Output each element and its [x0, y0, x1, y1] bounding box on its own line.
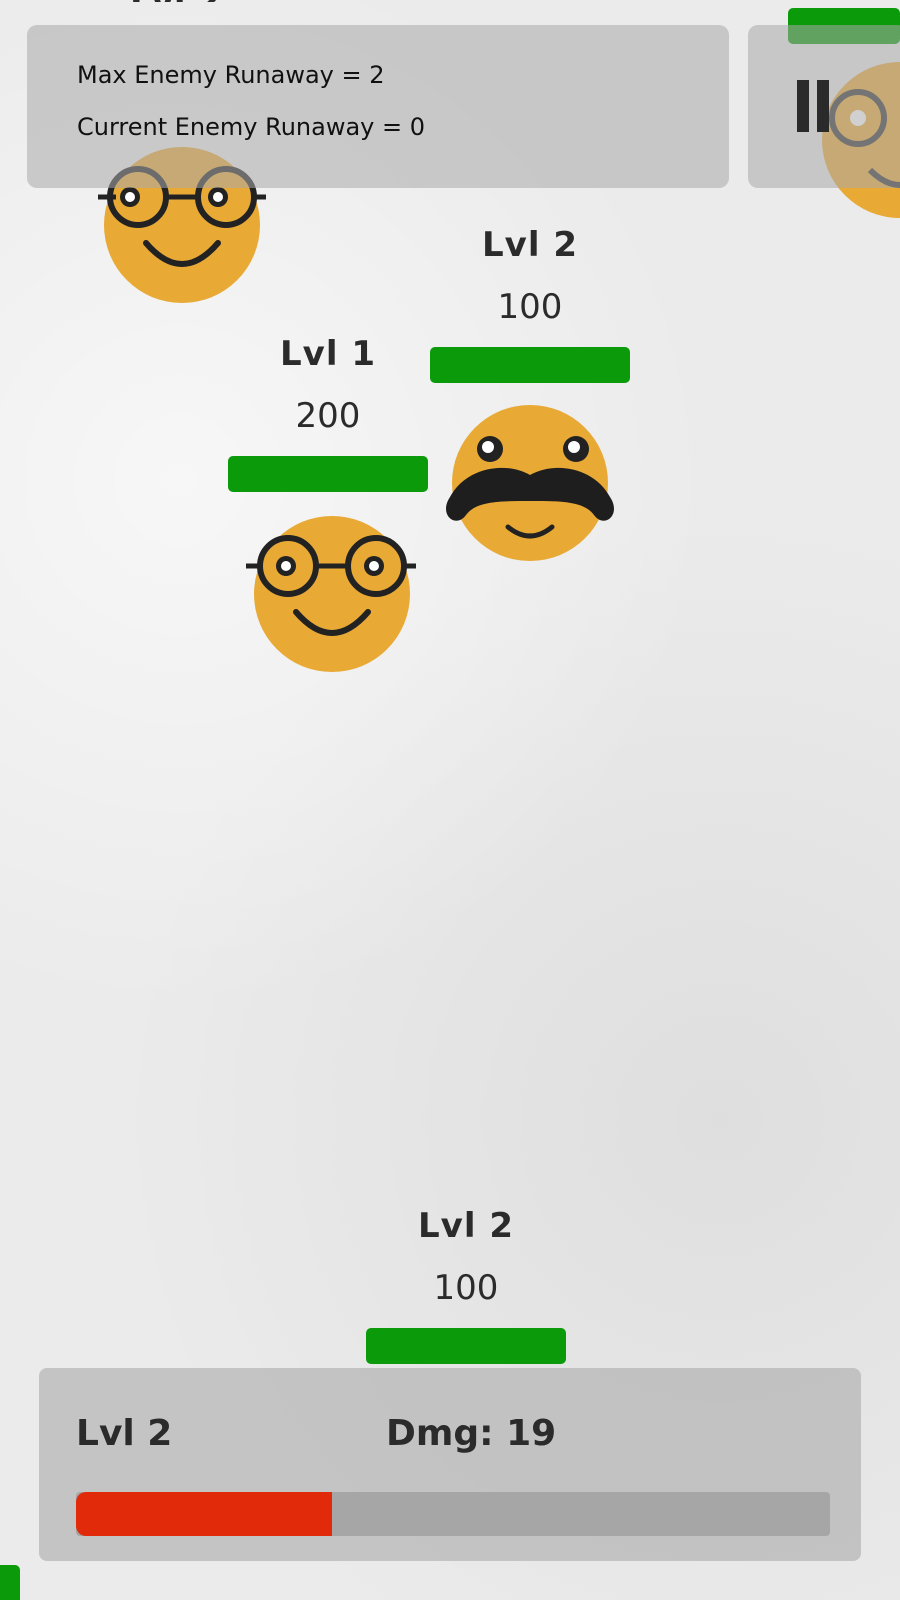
player-damage-label: Dmg: 19: [386, 1413, 557, 1454]
enemy-health-bar: [228, 456, 428, 492]
runaway-info-panel: Max Enemy Runaway = 2 Current Enemy Runa…: [27, 25, 729, 188]
tower-health-bar: [366, 1328, 566, 1364]
player-tower[interactable]: Lvl 2 100: [366, 1206, 566, 1366]
enemy-hp-value: 200: [295, 396, 361, 436]
enemy-health-bar: [430, 347, 630, 383]
enemy-level-label: Lvl 1: [280, 334, 376, 374]
max-runaway-text: Max Enemy Runaway = 2: [77, 61, 385, 89]
current-runaway-text: Current Enemy Runaway = 0: [77, 113, 426, 141]
player-level-label: Lvl 2: [76, 1413, 173, 1454]
tower-hp-value: 100: [433, 1268, 499, 1308]
glasses-face-icon: [246, 516, 416, 672]
xp-progress-track: [76, 1492, 830, 1536]
enemy-level-label: Lvl 2: [482, 225, 578, 265]
tower-level-label: Lvl 2: [418, 1206, 514, 1246]
xp-progress-fill: [76, 1492, 333, 1536]
mustache-face-icon: [446, 405, 614, 561]
pause-icon[interactable]: [797, 80, 837, 132]
enemy-mustache[interactable]: Lvl 2 100: [430, 225, 630, 565]
enemy-glasses[interactable]: Lvl 1 200: [228, 334, 428, 674]
offscreen-enemy-level: Lvl 2: [130, 0, 230, 2]
corner-health-bar: [0, 1565, 20, 1600]
enemy-hp-value: 100: [497, 287, 563, 327]
